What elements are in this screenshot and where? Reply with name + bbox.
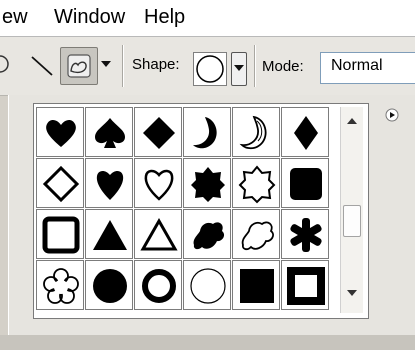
square-frame-thick-icon — [287, 267, 325, 305]
scroll-down-arrow-icon[interactable] — [347, 289, 357, 297]
shape-cell-circle-outline[interactable] — [183, 260, 231, 310]
badge-icon — [191, 167, 225, 202]
shape-cell-square-frame-thick[interactable] — [281, 260, 329, 310]
diamond-icon — [143, 117, 175, 149]
triangle-outline-icon — [140, 217, 178, 251]
circle-outline-icon — [190, 268, 226, 304]
toolbar-separator — [122, 45, 124, 87]
shape-cell-ring[interactable] — [134, 260, 182, 310]
shape-cell-circle[interactable] — [85, 260, 133, 310]
shape-cell-badge-outline[interactable] — [232, 158, 280, 208]
custom-shape-tool-button[interactable] — [60, 47, 98, 85]
line-tool-icon[interactable] — [30, 53, 56, 79]
chevron-down-icon — [234, 65, 244, 71]
spade-icon — [95, 118, 125, 148]
menu-bar: ew Window Help — [0, 0, 415, 37]
diamond-tall-icon — [294, 116, 318, 150]
blob-icon — [193, 222, 225, 250]
badge-outline-icon — [238, 165, 276, 204]
chevron-down-icon[interactable] — [101, 61, 111, 69]
shape-cell-asterisk[interactable] — [281, 209, 329, 259]
shape-cell-spade[interactable] — [85, 107, 133, 157]
rounded-square-icon — [290, 168, 322, 200]
custom-shape-icon — [67, 54, 91, 78]
shape-dropdown-button[interactable] — [231, 52, 247, 86]
shape-cell-diamond[interactable] — [134, 107, 182, 157]
shape-cell-diamond-outline[interactable] — [36, 158, 84, 208]
shape-cell-heart-outline[interactable] — [134, 158, 182, 208]
menu-view[interactable]: ew — [2, 6, 28, 29]
shape-cell-heart[interactable] — [36, 107, 84, 157]
blob-outline-icon — [241, 221, 274, 251]
crescent-moon-outline-icon — [239, 115, 267, 150]
shape-cell-flower-outline[interactable] — [36, 260, 84, 310]
shape-label: Shape: — [132, 56, 180, 73]
heart-icon — [46, 119, 76, 147]
panel-menu-arrow-icon[interactable] — [385, 108, 399, 122]
shape-cell-crescent-moon[interactable] — [183, 107, 231, 157]
shape-grid — [36, 107, 330, 319]
heart-outline-icon — [144, 169, 174, 201]
shape-cell-triangle[interactable] — [85, 209, 133, 259]
square-frame-icon — [42, 216, 80, 254]
menu-window[interactable]: Window — [54, 6, 125, 29]
menu-help[interactable]: Help — [144, 6, 185, 29]
shape-cell-square-frame[interactable] — [36, 209, 84, 259]
shape-cell-crescent-moon-outline[interactable] — [232, 107, 280, 157]
flower-outline-icon — [43, 268, 79, 304]
triangle-icon — [93, 220, 127, 250]
shape-cell-heart-filled[interactable] — [85, 158, 133, 208]
mode-select[interactable]: Normal — [320, 52, 415, 84]
heart-filled-icon — [96, 170, 124, 200]
circle-outline-icon — [196, 55, 224, 83]
shape-cell-blob-outline[interactable] — [232, 209, 280, 259]
scroll-up-arrow-icon[interactable] — [347, 117, 357, 125]
shape-cell-badge[interactable] — [183, 158, 231, 208]
circle-icon — [93, 269, 127, 303]
shape-picker-swatch[interactable] — [193, 52, 227, 86]
toolbar-separator — [254, 45, 256, 87]
shape-cell-diamond-tall[interactable] — [281, 107, 329, 157]
asterisk-icon — [290, 218, 322, 252]
shape-cell-triangle-outline[interactable] — [134, 209, 182, 259]
diamond-outline-icon — [42, 165, 80, 203]
panel-bottom-edge — [0, 335, 415, 350]
ellipse-tool-icon[interactable] — [0, 53, 14, 75]
shape-cell-rounded-square[interactable] — [281, 158, 329, 208]
shape-cell-square[interactable] — [232, 260, 280, 310]
square-icon — [240, 269, 274, 303]
scroll-thumb[interactable] — [343, 205, 361, 237]
mode-label: Mode: — [262, 58, 304, 75]
mode-value: Normal — [331, 57, 383, 74]
crescent-moon-icon — [193, 117, 217, 149]
ring-icon — [142, 269, 176, 303]
shape-cell-blob[interactable] — [183, 209, 231, 259]
